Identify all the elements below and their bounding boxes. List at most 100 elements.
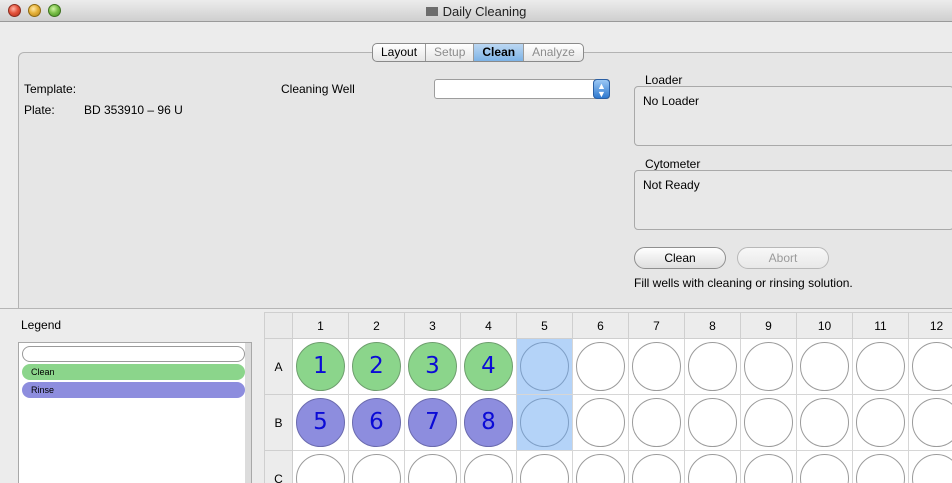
row-header[interactable]: C <box>264 451 293 483</box>
column-header[interactable]: 8 <box>685 312 741 339</box>
column-header[interactable]: 6 <box>573 312 629 339</box>
plate-cell[interactable] <box>517 339 573 395</box>
well[interactable] <box>856 398 905 447</box>
plate-cell[interactable]: 5 <box>293 395 349 451</box>
plate-cell[interactable] <box>685 395 741 451</box>
column-header[interactable]: 12 <box>909 312 952 339</box>
column-header[interactable]: 2 <box>349 312 405 339</box>
well[interactable]: 4 <box>464 342 513 391</box>
plate-cell[interactable] <box>461 451 517 483</box>
well[interactable] <box>632 342 681 391</box>
well[interactable] <box>520 398 569 447</box>
document-icon <box>425 7 438 16</box>
plate-cell[interactable]: 6 <box>349 395 405 451</box>
plate-cell[interactable] <box>797 451 853 483</box>
plate-cell[interactable] <box>685 451 741 483</box>
row-header[interactable]: B <box>264 395 293 451</box>
well[interactable] <box>800 342 849 391</box>
column-header[interactable]: 5 <box>517 312 573 339</box>
plate-cell[interactable]: 1 <box>293 339 349 395</box>
column-header[interactable]: 10 <box>797 312 853 339</box>
plate-cell[interactable] <box>909 339 952 395</box>
well[interactable]: 2 <box>352 342 401 391</box>
tab-layout[interactable]: Layout <box>373 44 427 61</box>
well[interactable] <box>408 454 457 483</box>
abort-button[interactable]: Abort <box>737 247 829 269</box>
plate-cell[interactable] <box>685 339 741 395</box>
well[interactable]: 1 <box>296 342 345 391</box>
well[interactable] <box>856 342 905 391</box>
well[interactable]: 3 <box>408 342 457 391</box>
plate-cell[interactable] <box>741 339 797 395</box>
well[interactable]: 7 <box>408 398 457 447</box>
well[interactable] <box>856 454 905 483</box>
plate-cell[interactable] <box>405 451 461 483</box>
legend-item-blank[interactable] <box>22 346 245 362</box>
plate-cell[interactable] <box>909 451 952 483</box>
plate-cell[interactable]: 7 <box>405 395 461 451</box>
well[interactable] <box>744 454 793 483</box>
legend-item-clean[interactable]: Clean <box>22 364 245 380</box>
plate-cell[interactable] <box>741 451 797 483</box>
plate-cell[interactable]: 4 <box>461 339 517 395</box>
well[interactable] <box>576 398 625 447</box>
well[interactable]: 5 <box>296 398 345 447</box>
plate-cell[interactable] <box>349 451 405 483</box>
column-header[interactable]: 3 <box>405 312 461 339</box>
well[interactable] <box>352 454 401 483</box>
tab-analyze[interactable]: Analyze <box>524 44 583 61</box>
well[interactable] <box>520 454 569 483</box>
plate-cell[interactable] <box>517 451 573 483</box>
well[interactable] <box>520 342 569 391</box>
plate-cell[interactable] <box>573 395 629 451</box>
well[interactable] <box>632 454 681 483</box>
well[interactable] <box>912 398 952 447</box>
well[interactable] <box>800 454 849 483</box>
plate-cell[interactable] <box>797 339 853 395</box>
well[interactable] <box>296 454 345 483</box>
well[interactable] <box>912 454 952 483</box>
clean-button[interactable]: Clean <box>634 247 726 269</box>
well[interactable] <box>800 398 849 447</box>
well[interactable]: 6 <box>352 398 401 447</box>
cleaning-well-select[interactable]: ▲ ▼ <box>434 79 610 99</box>
well[interactable] <box>576 342 625 391</box>
plate-cell[interactable] <box>853 339 909 395</box>
tab-clean[interactable]: Clean <box>474 44 525 61</box>
plate-cell[interactable] <box>573 451 629 483</box>
plate-cell[interactable] <box>853 451 909 483</box>
plate-cell[interactable] <box>909 395 952 451</box>
plate-cell[interactable] <box>293 451 349 483</box>
plate-cell[interactable]: 3 <box>405 339 461 395</box>
column-header[interactable]: 7 <box>629 312 685 339</box>
column-header[interactable]: 1 <box>293 312 349 339</box>
plate-cell[interactable] <box>629 451 685 483</box>
well[interactable] <box>912 342 952 391</box>
well[interactable] <box>688 454 737 483</box>
legend-item-rinse[interactable]: Rinse <box>22 382 245 398</box>
well[interactable] <box>744 398 793 447</box>
updown-arrows-icon[interactable]: ▲ ▼ <box>593 79 610 99</box>
plate-cell[interactable]: 8 <box>461 395 517 451</box>
well[interactable] <box>688 398 737 447</box>
column-header[interactable]: 11 <box>853 312 909 339</box>
column-header[interactable]: 9 <box>741 312 797 339</box>
well[interactable]: 8 <box>464 398 513 447</box>
plate-cell[interactable] <box>573 339 629 395</box>
plate-cell[interactable] <box>629 395 685 451</box>
plate-cell[interactable] <box>797 395 853 451</box>
well[interactable] <box>632 398 681 447</box>
tab-setup[interactable]: Setup <box>426 44 475 61</box>
well[interactable] <box>576 454 625 483</box>
well[interactable] <box>744 342 793 391</box>
well[interactable] <box>464 454 513 483</box>
well[interactable] <box>688 342 737 391</box>
plate-cell[interactable] <box>741 395 797 451</box>
plate-cell[interactable] <box>629 339 685 395</box>
row-header[interactable]: A <box>264 339 293 395</box>
legend-scrollbar[interactable] <box>245 343 251 483</box>
plate-cell[interactable] <box>517 395 573 451</box>
plate-cell[interactable]: 2 <box>349 339 405 395</box>
column-header[interactable]: 4 <box>461 312 517 339</box>
plate-cell[interactable] <box>853 395 909 451</box>
